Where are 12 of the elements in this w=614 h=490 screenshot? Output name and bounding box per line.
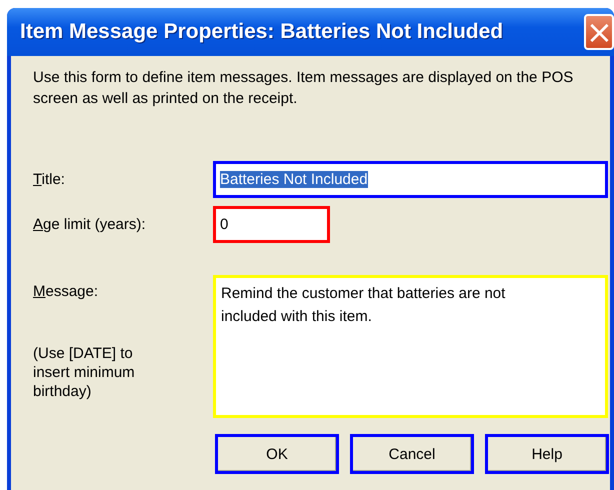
hint-text: (Use [DATE] to insert minimum birthday) [33, 344, 136, 401]
description-text: Use this form to define item messages. Item messages are displayed on the POS screen as well as printed on the receipt. [33, 68, 574, 109]
field-label: Title: [33, 171, 66, 188]
field-label: Message: [33, 283, 100, 300]
window-title: Item Message Properties: Batteries Not Included [20, 20, 504, 44]
field-label: Age limit (years): [33, 216, 147, 233]
dialog-button[interactable]: Help [485, 434, 609, 474]
input-field[interactable]: Batteries Not Included [213, 161, 608, 198]
dialog-button[interactable]: Cancel [350, 434, 474, 474]
dialog-button[interactable]: OK [215, 434, 339, 474]
input-field[interactable]: 0 [213, 206, 330, 243]
message-field[interactable]: Remind the customer that batteries are not included with this item. [213, 275, 608, 418]
